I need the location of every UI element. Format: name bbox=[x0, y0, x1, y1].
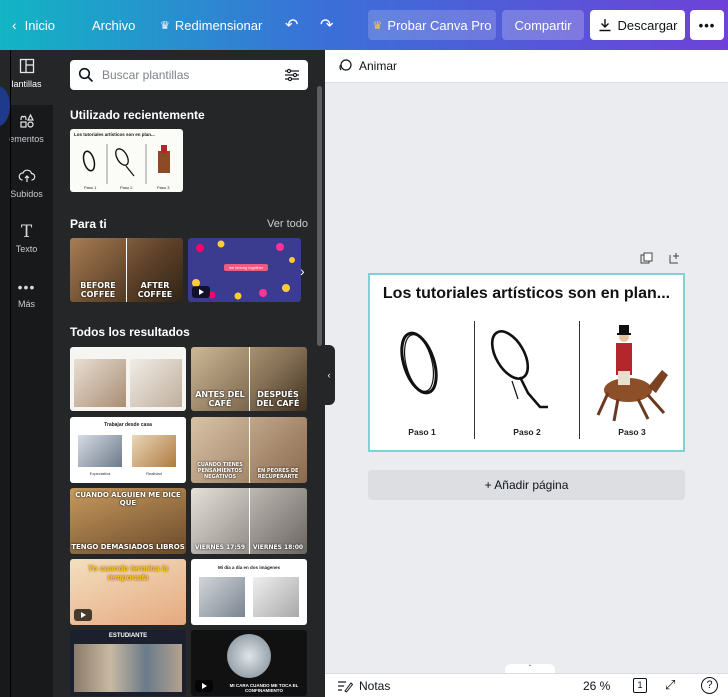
result-thumbnail[interactable] bbox=[70, 347, 186, 411]
photo-placeholder bbox=[78, 435, 122, 467]
for-you-thumbnail-coffee[interactable]: BEFORE COFFEE AFTER COFFEE bbox=[70, 238, 183, 302]
result-thumbnail[interactable]: CUANDO TIENES PENSAMIENTOS NEGATIVOS EN … bbox=[191, 417, 307, 483]
photo-placeholder bbox=[130, 359, 182, 407]
notes-icon bbox=[338, 681, 353, 693]
result-thumbnail[interactable]: CUANDO ALGUIEN ME DICE QUE TENGO DEMASIA… bbox=[70, 488, 186, 554]
collapse-panel-button[interactable]: ‹ bbox=[323, 345, 335, 405]
result-thumbnail[interactable]: Trabajar desde casa Expectativa Realidad bbox=[70, 417, 186, 483]
help-button[interactable]: ? bbox=[701, 677, 718, 694]
result-thumbnail[interactable]: ESTUDIANTE bbox=[70, 630, 186, 696]
share-button[interactable]: Compartir bbox=[502, 10, 584, 40]
resize-button[interactable]: ♛ Redimensionar bbox=[160, 0, 262, 50]
chevron-up-icon: ˆ bbox=[528, 664, 532, 673]
left-rail: lantillas ementos Subidos T Texto ••• Má… bbox=[0, 50, 53, 697]
search-input[interactable]: Buscar plantillas bbox=[102, 68, 189, 82]
text-icon: T bbox=[20, 222, 33, 242]
search-box[interactable]: Buscar plantillas bbox=[70, 60, 308, 90]
chevron-left-icon: ‹ bbox=[327, 370, 331, 380]
filter-icon[interactable] bbox=[284, 68, 300, 82]
bottom-bar: Notas 26 % 1 ⤢ ? bbox=[325, 673, 728, 697]
recent-design-thumbnail[interactable]: Los tutoriales artísticos son en plan...… bbox=[70, 129, 183, 192]
result-thumbnail[interactable]: ANTES DEL CAFÉ DESPUÉS DEL CAFÉ bbox=[191, 347, 307, 411]
step-divider bbox=[474, 321, 475, 439]
photo-placeholder bbox=[253, 577, 299, 617]
fullscreen-icon[interactable]: ⤢ bbox=[665, 677, 675, 693]
step-divider bbox=[579, 321, 580, 439]
recent-step-label: Paso 3 bbox=[157, 185, 170, 190]
section-title-for-you: Para ti bbox=[70, 217, 107, 231]
download-button[interactable]: Descargar bbox=[590, 10, 685, 40]
duplicate-page-icon[interactable] bbox=[640, 252, 653, 268]
horse-rider-illustration bbox=[596, 325, 668, 422]
more-button[interactable]: ••• bbox=[690, 10, 724, 40]
section-title-all-results: Todos los resultados bbox=[70, 325, 190, 339]
step-label[interactable]: Paso 2 bbox=[497, 427, 557, 437]
sketch-ellipse bbox=[400, 331, 438, 395]
recent-thumb-drawing bbox=[82, 144, 170, 184]
recent-step-label: Paso 1 bbox=[84, 185, 97, 190]
ellipsis-icon: ••• bbox=[17, 279, 36, 295]
shapes-icon bbox=[17, 113, 37, 131]
photo-placeholder bbox=[74, 359, 126, 407]
recent-step-label: Paso 2 bbox=[120, 185, 133, 190]
chevron-left-icon: ‹ bbox=[12, 17, 17, 33]
templates-panel: Buscar plantillas Utilizado recientement… bbox=[53, 50, 325, 697]
editor-toolbar: Animar bbox=[325, 50, 728, 83]
cloud-upload-icon bbox=[17, 168, 37, 186]
photo-placeholder bbox=[227, 634, 271, 678]
see-all-link[interactable]: Ver todo bbox=[267, 218, 308, 230]
crown-icon: ♛ bbox=[372, 19, 383, 32]
video-icon bbox=[74, 609, 92, 621]
home-button[interactable]: ‹ Inicio bbox=[12, 0, 55, 50]
zoom-level[interactable]: 26 % bbox=[583, 679, 610, 693]
crown-icon: ♛ bbox=[160, 19, 170, 32]
add-page-button[interactable]: + Añadir página bbox=[368, 470, 685, 500]
undo-icon[interactable]: ↶ bbox=[285, 0, 298, 50]
photo-placeholder bbox=[199, 577, 245, 617]
chevron-right-icon[interactable]: › bbox=[300, 263, 305, 279]
animate-icon bbox=[339, 59, 352, 71]
result-thumbnail[interactable]: Mi día a día en dos imágenes bbox=[191, 559, 307, 625]
page-count-button[interactable]: 1 bbox=[633, 678, 647, 693]
rail-item-more[interactable]: ••• Más bbox=[0, 270, 53, 325]
sketch-racket bbox=[490, 330, 548, 409]
step-label[interactable]: Paso 1 bbox=[392, 427, 452, 437]
add-page-icon[interactable] bbox=[668, 252, 681, 268]
notes-button[interactable]: Notas bbox=[359, 679, 390, 693]
rail-item-uploads[interactable]: Subidos bbox=[0, 160, 53, 215]
search-icon bbox=[78, 67, 94, 83]
photo-placeholder bbox=[132, 435, 176, 467]
photo-placeholder bbox=[74, 644, 182, 692]
top-bar: ‹ Inicio Archivo ♛ Redimensionar ↶ ↷ ♛ P… bbox=[0, 0, 728, 50]
for-you-thumbnail-together[interactable]: we belong together bbox=[188, 238, 301, 302]
step-drawings bbox=[400, 325, 668, 422]
video-icon bbox=[195, 680, 213, 692]
result-thumbnail[interactable]: MI CARA CUANDO ME TOCA EL CONFINAMIENTO bbox=[191, 630, 307, 696]
section-title-recent: Utilizado recientemente bbox=[70, 108, 205, 122]
design-page[interactable]: Los tutoriales artísticos son en plan...… bbox=[368, 273, 685, 452]
file-menu[interactable]: Archivo bbox=[92, 0, 135, 50]
result-thumbnail[interactable]: VIERNES 17:59 VIERNES 18:00 bbox=[191, 488, 307, 554]
step-label[interactable]: Paso 3 bbox=[602, 427, 662, 437]
animate-button[interactable]: Animar bbox=[359, 59, 397, 73]
video-icon bbox=[192, 286, 210, 298]
rail-divider bbox=[10, 50, 11, 697]
result-thumbnail[interactable]: Yo cuando termina la temporada bbox=[70, 559, 186, 625]
panel-scrollbar[interactable] bbox=[317, 86, 322, 346]
templates-icon bbox=[17, 58, 37, 76]
rail-item-text[interactable]: T Texto bbox=[0, 215, 53, 270]
redo-icon[interactable]: ↷ bbox=[320, 0, 333, 50]
try-pro-button[interactable]: ♛ Probar Canva Pro bbox=[368, 10, 496, 40]
download-icon bbox=[599, 19, 611, 32]
